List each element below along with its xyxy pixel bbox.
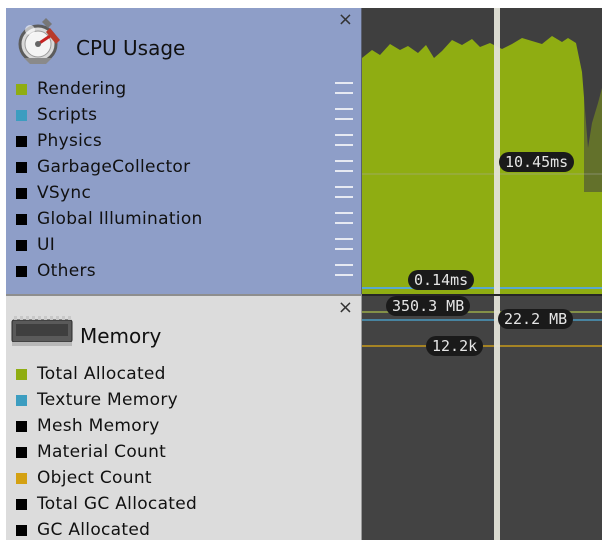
legend-item-total-gc-allocated[interactable]: Total GC Allocated [16,494,197,514]
legend-label: Total GC Allocated [37,494,198,514]
total-allocated-value-label: 350.3 MB [386,296,471,316]
top-strip [0,0,602,8]
drag-handle-icon[interactable] [335,238,353,250]
memory-panel[interactable]: × Memory Total Allocated Texture Memory … [6,294,362,540]
garbagecollector-color-swatch [16,161,27,173]
object-count-color-swatch [16,472,27,484]
legend-label: Global Illumination [37,209,203,229]
legend-label: Rendering [37,79,127,99]
close-icon[interactable]: × [338,10,353,30]
frame-cursor [494,8,500,540]
total-gc-allocated-color-swatch [16,498,27,510]
drag-handle-icon[interactable] [335,108,353,120]
legend-label: Scripts [37,105,98,125]
rendering-color-swatch [16,83,27,95]
cpu-low-value-label: 0.14ms [408,270,475,290]
legend-item-others[interactable]: Others [16,261,96,281]
legend-label: Mesh Memory [37,416,160,436]
legend-item-material-count[interactable]: Material Count [16,442,166,462]
drag-handle-icon[interactable] [335,82,353,94]
texture-memory-value-label: 22.2 MB [498,309,574,329]
gc-allocated-color-swatch [16,524,27,536]
memory-chip-icon [11,316,73,346]
legend-label: GC Allocated [37,520,151,540]
profiler-graph[interactable] [362,8,602,540]
cpu-value-label: 10.45ms [499,152,575,172]
drag-handle-icon[interactable] [335,264,353,276]
object-count-value-label: 12.2k [426,336,484,356]
cpu-usage-panel[interactable]: × CPU Usage Rendering Scripts Physics Ga… [6,8,362,294]
memory-panel-title: Memory [80,324,162,348]
profiler-chart-area[interactable] [362,8,602,540]
drag-handle-icon[interactable] [335,186,353,198]
mesh-memory-color-swatch [16,420,27,432]
drag-handle-icon[interactable] [335,160,353,172]
legend-item-gc-allocated[interactable]: GC Allocated [16,520,150,540]
legend-label: GarbageCollector [37,157,191,177]
legend-item-ui[interactable]: UI [16,235,55,255]
cpu-panel-title: CPU Usage [76,36,186,60]
total-allocated-color-swatch [16,368,27,380]
others-color-swatch [16,265,27,277]
legend-label: VSync [37,183,92,203]
legend-label: Physics [37,131,102,151]
legend-item-rendering[interactable]: Rendering [16,79,127,99]
legend-item-global-illumination[interactable]: Global Illumination [16,209,203,229]
legend-label: UI [37,235,56,255]
drag-handle-icon[interactable] [335,134,353,146]
close-icon[interactable]: × [338,298,353,318]
legend-item-physics[interactable]: Physics [16,131,102,151]
legend-item-total-allocated[interactable]: Total Allocated [16,364,166,384]
texture-memory-color-swatch [16,394,27,406]
legend-item-texture-memory[interactable]: Texture Memory [16,390,178,410]
legend-label: Material Count [37,442,167,462]
material-count-color-swatch [16,446,27,458]
legend-label: Others [37,261,96,281]
legend-item-object-count[interactable]: Object Count [16,468,152,488]
legend-item-scripts[interactable]: Scripts [16,105,97,125]
cpu-gauge-icon [18,18,60,64]
legend-label: Total Allocated [37,364,166,384]
legend-item-garbagecollector[interactable]: GarbageCollector [16,157,190,177]
global-illumination-color-swatch [16,213,27,225]
vsync-color-swatch [16,187,27,199]
legend-item-vsync[interactable]: VSync [16,183,91,203]
legend-label: Texture Memory [37,390,178,410]
legend-item-mesh-memory[interactable]: Mesh Memory [16,416,160,436]
drag-handle-icon[interactable] [335,212,353,224]
scripts-color-swatch [16,109,27,121]
ui-color-swatch [16,239,27,251]
legend-label: Object Count [37,468,152,488]
physics-color-swatch [16,135,27,147]
